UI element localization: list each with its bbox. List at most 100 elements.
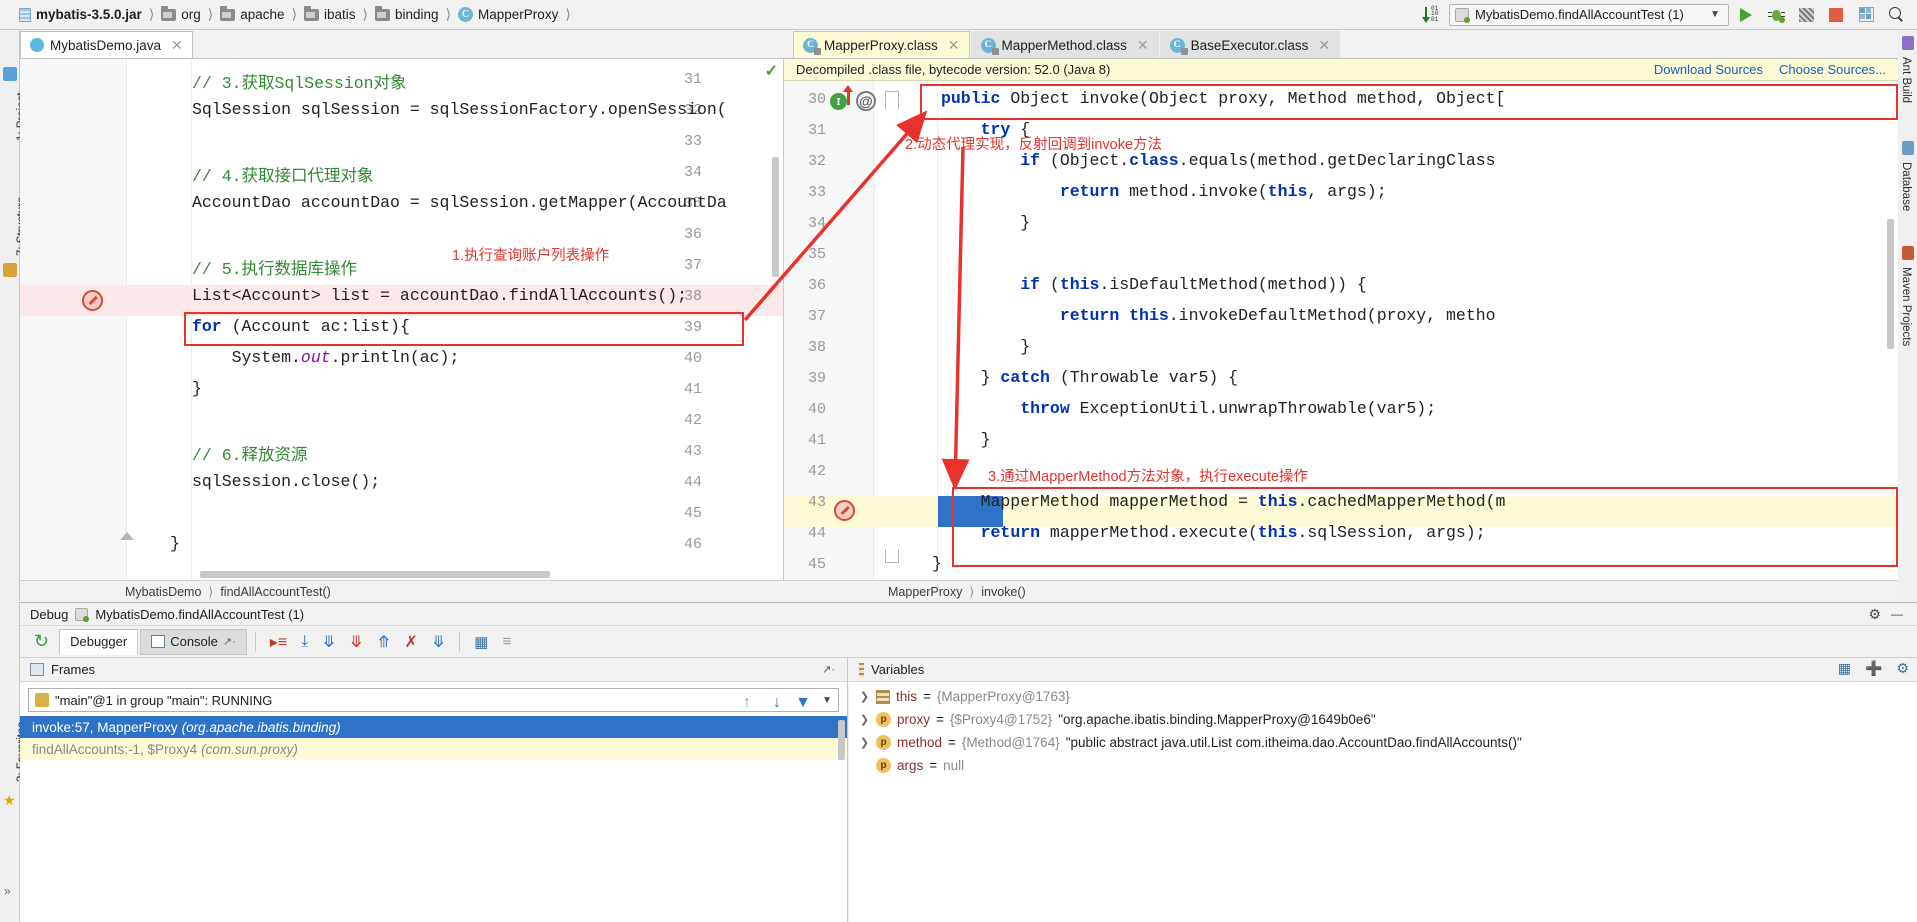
watches-icon[interactable]: ▦: [1838, 660, 1851, 677]
pin-icon[interactable]: ↗·: [822, 663, 847, 676]
choose-sources-link[interactable]: Choose Sources...: [1779, 62, 1886, 77]
close-icon[interactable]: ✕: [171, 37, 183, 54]
tab-mapperproxy-class[interactable]: C MapperProxy.class ✕: [793, 31, 970, 58]
list-item[interactable]: invoke:57, MapperProxy (org.apache.ibati…: [20, 716, 847, 738]
list-item[interactable]: findAllAccounts:-1, $Proxy4 (com.sun.pro…: [20, 738, 847, 760]
line-number: 34: [683, 164, 702, 181]
rerun-icon[interactable]: ↻: [26, 631, 57, 652]
expand-strip-icon[interactable]: »: [4, 884, 11, 898]
settings-icon[interactable]: ⚙: [1896, 660, 1909, 677]
add-watch-icon[interactable]: ➕: [1865, 660, 1882, 677]
breadcrumb-item-org[interactable]: org: [156, 3, 206, 27]
code-line: }: [170, 534, 180, 553]
line-number: 36: [807, 277, 826, 294]
left-editor-hscrollbar[interactable]: [200, 571, 550, 578]
inspection-ok-icon[interactable]: ✓: [765, 61, 778, 81]
maven-icon[interactable]: [1902, 246, 1914, 260]
coverage-icon: [1798, 7, 1814, 22]
console-icon: [151, 635, 166, 648]
sidebar-item-database[interactable]: Database: [1900, 162, 1912, 211]
thread-selector[interactable]: "main"@1 in group "main": RUNNING ▼: [28, 688, 839, 712]
sidebar-item-ant-build[interactable]: Ant Build: [1900, 57, 1912, 103]
close-icon[interactable]: ✕: [1318, 37, 1330, 54]
run-with-coverage-button[interactable]: [1793, 2, 1819, 28]
breadcrumb-class[interactable]: MybatisDemo: [125, 585, 201, 599]
project-tool-icon[interactable]: [3, 67, 17, 81]
evaluate-expression-icon[interactable]: ▦: [468, 633, 494, 651]
search-everywhere-button[interactable]: [1883, 2, 1909, 28]
list-item[interactable]: ❯ p method = {Method@1764} "public abstr…: [849, 731, 1917, 754]
frames-scrollbar[interactable]: [838, 720, 845, 760]
gear-icon[interactable]: ⚙: [1868, 606, 1881, 623]
left-editor-scrollbar[interactable]: [772, 157, 779, 277]
breadcrumb-item-mapperproxy[interactable]: C MapperProxy: [453, 3, 563, 27]
download-sources-link[interactable]: Download Sources: [1654, 62, 1763, 77]
line-number: 42: [683, 412, 702, 429]
minimize-icon[interactable]: —: [1891, 607, 1903, 621]
breadcrumb-method[interactable]: findAllAccountTest(): [220, 585, 330, 599]
breadcrumb-item-apache[interactable]: apache: [215, 3, 289, 27]
chevron-right-icon[interactable]: ❯: [859, 713, 870, 726]
tab-mybatisdemo-java[interactable]: MybatisDemo.java ✕: [20, 31, 193, 58]
step-over-icon[interactable]: ⤓: [295, 633, 314, 651]
run-to-cursor-icon[interactable]: ⤋: [426, 632, 451, 652]
top-toolbar: mybatis-3.5.0.jar ⟩ org ⟩ apache ⟩ ibati…: [0, 0, 1917, 30]
execution-breakpoint-marker[interactable]: [834, 500, 855, 521]
run-configuration-selector[interactable]: MybatisDemo.findAllAccountTest (1) ▼: [1449, 3, 1729, 26]
breakpoint-marker[interactable]: [82, 290, 103, 311]
list-item[interactable]: ❯ p proxy = {$Proxy4@1752} "org.apache.i…: [849, 708, 1917, 731]
chevron-right-icon[interactable]: ❯: [859, 690, 870, 703]
implementation-marker-icon[interactable]: I: [830, 93, 847, 110]
right-editor-scrollbar[interactable]: [1887, 219, 1894, 349]
show-execution-point-icon[interactable]: ▸≡: [264, 632, 293, 652]
force-step-into-icon[interactable]: ⤋: [344, 632, 369, 652]
thread-label: "main"@1 in group "main": RUNNING: [55, 692, 273, 708]
sidebar-item-maven-projects[interactable]: Maven Projects: [1900, 267, 1912, 346]
left-code-editor[interactable]: 31 32 33 34 35 36 37 38 39 40 41 42 43 4…: [20, 59, 783, 580]
breadcrumb-item-jar[interactable]: mybatis-3.5.0.jar: [14, 3, 147, 27]
step-out-icon[interactable]: ⤊: [371, 632, 396, 652]
top-toolbar-actions: 01 10 01 MybatisDemo.findAllAccountTest (1…: [1422, 0, 1917, 30]
ant-icon[interactable]: [1902, 36, 1914, 50]
code-line: }: [941, 337, 1031, 356]
run-button[interactable]: [1733, 2, 1759, 28]
close-icon[interactable]: ✕: [948, 37, 960, 54]
annotation-at-icon[interactable]: @: [856, 91, 876, 111]
fold-region-icon[interactable]: [885, 91, 899, 109]
code-line: if (this.isDefaultMethod(method)) {: [1020, 275, 1367, 294]
chevron-right-icon[interactable]: ❯: [859, 736, 870, 749]
java-file-icon: [30, 38, 44, 52]
fold-region-icon[interactable]: [885, 549, 899, 563]
sort-numeric-icon[interactable]: 01 10 01: [1422, 5, 1445, 24]
mute-breakpoints-icon[interactable]: ≡: [496, 633, 517, 650]
step-into-icon[interactable]: ⤋: [316, 632, 341, 652]
structure-tool-icon[interactable]: [3, 263, 17, 277]
breadcrumb-item-binding[interactable]: binding: [370, 3, 444, 27]
close-icon[interactable]: ✕: [1137, 37, 1149, 54]
tab-mappermethod-class[interactable]: C MapperMethod.class ✕: [970, 31, 1159, 58]
tab-baseexecutor-class[interactable]: C BaseExecutor.class ✕: [1159, 31, 1341, 58]
list-item[interactable]: p args = null: [849, 754, 1917, 777]
filter-icon[interactable]: ▼: [795, 694, 811, 712]
list-item[interactable]: ❯ this = {MapperProxy@1763}: [849, 685, 1917, 708]
line-number: 39: [807, 370, 826, 387]
database-icon[interactable]: [1902, 141, 1914, 155]
tab-console[interactable]: Console ↗·: [140, 628, 247, 655]
breadcrumb-class[interactable]: MapperProxy: [888, 585, 962, 599]
debug-button[interactable]: [1763, 2, 1789, 28]
left-editor-gutter[interactable]: [20, 59, 127, 580]
frame-up-icon[interactable]: ↑: [743, 694, 751, 712]
ide-window: mybatis-3.5.0.jar ⟩ org ⟩ apache ⟩ ibati…: [0, 0, 1917, 922]
breadcrumb-method[interactable]: invoke(): [981, 585, 1025, 599]
layout-button[interactable]: [1853, 2, 1879, 28]
pin-icon[interactable]: ↗·: [223, 635, 236, 648]
breadcrumb-item-ibatis[interactable]: ibatis: [299, 3, 361, 27]
chevron-down-icon[interactable]: ▼: [822, 695, 832, 706]
drop-frame-icon[interactable]: ✗: [398, 632, 423, 652]
variable-ref: {$Proxy4@1752}: [949, 712, 1053, 727]
frame-down-icon[interactable]: ↓: [773, 694, 781, 712]
fold-arrow-icon[interactable]: [120, 532, 134, 540]
favorites-star-icon[interactable]: ★: [3, 792, 16, 809]
stop-button[interactable]: [1823, 2, 1849, 28]
tab-debugger[interactable]: Debugger: [59, 628, 139, 655]
